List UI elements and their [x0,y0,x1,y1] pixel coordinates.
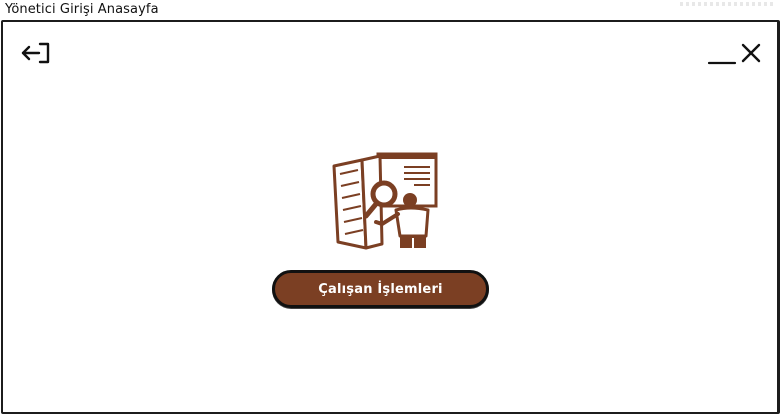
title-bar-decoration [680,2,775,6]
minimize-icon[interactable] [707,46,737,68]
logout-arrow-icon[interactable] [20,41,52,65]
employee-operations-button-label: Çalışan İşlemleri [318,281,443,297]
person-with-magnifier-and-book-illustration [330,152,442,250]
window-title: Yönetici Girişi Anasayfa [5,2,159,17]
title-bar: Yönetici Girişi Anasayfa [0,0,780,21]
main-window: Çalışan İşlemleri [1,20,780,414]
employee-operations-button[interactable]: Çalışan İşlemleri [272,270,489,308]
close-icon[interactable] [740,42,762,64]
